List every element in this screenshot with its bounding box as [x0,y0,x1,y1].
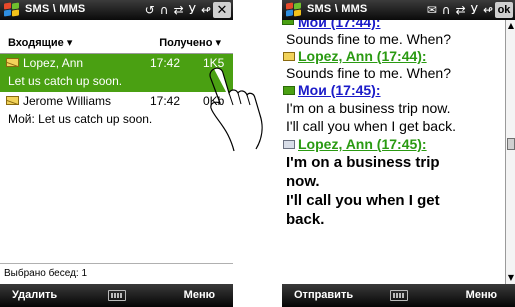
message-list-screen: SMS \ MMS ↺ ∩ ⇄ У ↫ ✕ Входящие ▾ Получен… [0,0,233,307]
start-menu-icon[interactable] [4,2,20,17]
scroll-thumb[interactable] [507,138,515,150]
message-sender: Lopez, Ann [23,56,84,70]
conversation-thread[interactable]: Мои (17:44): Sounds fine to me. When? Lo… [282,20,505,284]
message-text: Sounds fine to me. When? [286,65,451,81]
message-text: now. [286,173,320,190]
keyboard-icon[interactable] [390,290,408,301]
sent-message-icon [282,20,294,25]
list-item[interactable]: Lopez, Ann 17:42 1K5 Let us catch up soo… [0,54,233,92]
signal-icon[interactable]: У [189,2,196,18]
app-title: SMS \ MMS [25,3,86,15]
volume-icon[interactable]: ↫ [483,2,493,18]
notification-icon[interactable]: ✉ [427,2,437,18]
message-time: 17:42 [150,56,181,70]
message-text: I'll call you when I get back. [286,118,456,134]
message-text: Sounds fine to me. When? [286,31,451,47]
sender-label: Lopez, Ann (17:45): [298,136,427,152]
title-bar: SMS \ MMS ↺ ∩ ⇄ У ↫ ✕ [0,0,233,20]
message-text: back. [286,211,325,228]
message-text: I'm on a business trip [286,154,440,171]
title-bar: SMS \ MMS ✉ ∩ ⇄ У ↫ ok [282,0,515,20]
scrollbar[interactable]: ▲ ▼ [505,20,515,284]
close-button[interactable]: ✕ [213,2,231,18]
status-icons: ↺ ∩ ⇄ У ↫ [145,2,211,18]
sender-label: Lopez, Ann (17:44): [298,48,427,64]
message-text: I'll call you when I get [286,192,440,209]
volume-icon[interactable]: ↫ [201,2,211,18]
message-preview: Let us catch up soon. [8,74,123,88]
sort-dropdown[interactable]: Получено ▾ [159,36,221,49]
envelope-icon [6,58,19,67]
sent-message-icon [283,86,295,95]
send-softkey[interactable]: Отправить [294,289,353,301]
sender-label: Мои (17:45): [298,82,381,98]
ok-button[interactable]: ok [495,2,513,18]
scroll-up-icon[interactable]: ▲ [507,22,515,30]
softkey-bar: Отправить Меню [282,284,515,307]
keyboard-icon[interactable] [108,290,126,301]
headset-icon: ∩ [441,3,451,17]
signal-icon[interactable]: У [471,2,478,18]
list-header: Входящие ▾ Получено ▾ [0,33,233,53]
scroll-down-icon[interactable]: ▼ [507,274,515,282]
headset-icon: ∩ [159,3,169,17]
menu-softkey[interactable]: Меню [466,289,497,301]
received-message-icon [283,52,295,61]
conversation-screen: SMS \ MMS ✉ ∩ ⇄ У ↫ ok Мои (17:44): Soun… [282,0,515,307]
menu-softkey[interactable]: Меню [184,289,215,301]
softkey-bar: Удалить Меню [0,284,233,307]
hand-pointer-icon [209,67,263,152]
selection-status: Выбрано бесед: 1 [4,268,88,279]
envelope-icon [6,96,19,105]
message-text: I'm on a business trip now. [286,100,451,116]
unread-message-icon [283,140,295,149]
start-menu-icon[interactable] [286,2,302,17]
message-preview: Мой: Let us catch up soon. [8,112,153,126]
message-time: 17:42 [150,94,181,108]
delete-softkey[interactable]: Удалить [12,289,57,301]
sync-icon[interactable]: ⇄ [456,2,466,18]
status-divider [0,263,233,264]
message-sender: Jerome Williams [23,94,112,108]
connectivity-icon[interactable]: ↺ [145,2,155,18]
list-item[interactable]: Jerome Williams 17:42 0Kb Мой: Let us ca… [0,92,233,130]
app-title: SMS \ MMS [307,3,368,15]
status-icons: ✉ ∩ ⇄ У ↫ [427,2,493,18]
folder-dropdown[interactable]: Входящие ▾ [8,36,72,49]
sender-label: Мои (17:44): [298,20,381,30]
sync-icon[interactable]: ⇄ [174,2,184,18]
